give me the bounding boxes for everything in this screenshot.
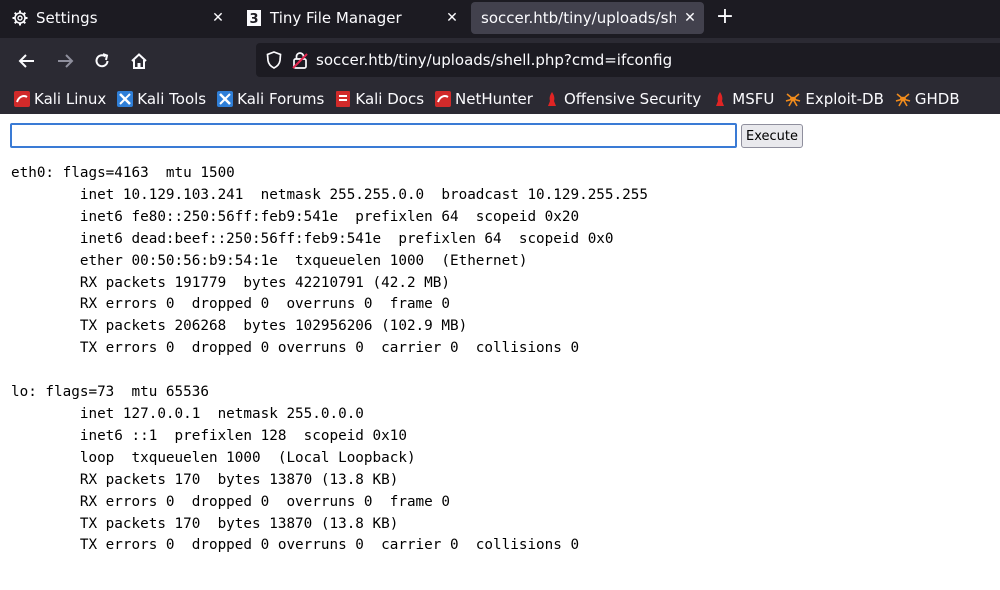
output-line: TX errors 0 dropped 0 overruns 0 carrier… [11,340,580,357]
back-button[interactable] [12,46,42,76]
bookmark-label: NetHunter [455,90,533,108]
bookmark-label: GHDB [914,90,960,108]
navigation-toolbar: soccer.htb/tiny/uploads/shell.php?cmd=if… [0,38,1000,84]
back-arrow-icon [18,54,34,68]
output-line: inet 10.129.103.241 netmask 255.255.0.0 … [11,186,648,203]
bookmark-nethunter[interactable]: NetHunter [435,90,533,108]
nethunter-icon [435,91,452,107]
bookmark-ghdb[interactable]: GHDB [895,90,960,108]
tab-strip: Settings ✕ 3 Tiny File Manager ✕ soccer.… [0,0,1000,36]
output-line: RX packets 191779 bytes 42210791 (42.2 M… [11,274,450,291]
bookmarks-toolbar: Kali Linux Kali Tools Kali Forums Kali D… [0,84,1000,114]
bookmark-label: Kali Tools [137,90,207,108]
url-text[interactable]: soccer.htb/tiny/uploads/shell.php?cmd=if… [316,51,672,69]
output-line: lo: flags=73 mtu 65536 [11,384,209,401]
output-line: inet6 fe80::250:56ff:feb9:541e prefixlen… [11,208,580,225]
reload-icon [95,53,109,68]
forward-arrow-icon [58,54,74,68]
output-line: TX packets 206268 bytes 102956206 (102.9… [11,318,468,335]
reload-button[interactable] [87,46,117,76]
close-icon[interactable]: ✕ [682,10,698,26]
tab-label: Settings [36,9,98,27]
tinyfm-icon: 3 [246,10,262,26]
output-line: inet6 ::1 prefixlen 128 scopeid 0x10 [11,427,407,444]
output-line: eth0: flags=4163 mtu 1500 [11,165,235,181]
output-line: inet6 dead:beef::250:56ff:feb9:541e pref… [11,230,614,247]
bookmark-label: Kali Linux [34,90,107,108]
output-line: RX packets 170 bytes 13870 (13.8 KB) [11,471,399,488]
page-content: Execute eth0: flags=4163 mtu 1500 inet 1… [0,114,1000,590]
kali-icon [14,91,30,107]
bookmark-kali-docs[interactable]: Kali Docs [335,90,424,108]
bookmark-kali-linux[interactable]: Kali Linux [14,90,106,108]
output-line: ether 00:50:56:b9:54:1e txqueuelen 1000 … [11,252,528,269]
close-icon[interactable]: ✕ [210,10,226,26]
bookmark-offensive-security[interactable]: Offensive Security [544,90,701,108]
home-icon [131,53,147,69]
bookmark-msfu[interactable]: MSFU [712,90,774,108]
shield-icon[interactable] [266,51,282,69]
tab-label: Tiny File Manager [270,9,402,27]
bookmark-exploit-db[interactable]: Exploit-DB [785,90,884,108]
url-bar[interactable]: soccer.htb/tiny/uploads/shell.php?cmd=if… [256,43,1000,77]
msfu-icon [712,91,728,107]
tab-shell-php[interactable]: soccer.htb/tiny/uploads/shell.php?cmd=if… [471,2,704,34]
bookmark-label: Exploit-DB [805,90,884,108]
output-line: RX errors 0 dropped 0 overruns 0 frame 0 [11,493,450,510]
svg-text:3: 3 [249,12,258,26]
output-line: loop txqueuelen 1000 (Local Loopback) [11,449,416,466]
kali-forums-icon [217,91,234,107]
bookmark-label: Kali Docs [355,90,425,108]
forward-button[interactable] [50,46,80,76]
output-line: TX errors 0 dropped 0 overruns 0 carrier… [11,537,580,554]
bookmark-kali-tools[interactable]: Kali Tools [117,90,206,108]
tab-settings[interactable]: Settings ✕ [0,0,236,36]
output-line: TX packets 170 bytes 13870 (13.8 KB) [11,515,399,532]
command-output: eth0: flags=4163 mtu 1500 inet 10.129.10… [11,163,648,557]
offsec-icon [544,91,560,107]
close-icon[interactable]: ✕ [444,10,460,26]
kali-tools-icon [117,91,134,107]
tab-label: soccer.htb/tiny/uploads/shell.php?cmd=if… [481,9,676,27]
gear-icon [12,10,28,26]
command-input[interactable] [10,123,737,148]
exploitdb-icon [785,91,801,107]
output-line: inet 127.0.0.1 netmask 255.0.0.0 [11,405,364,422]
bookmark-label: MSFU [732,90,775,108]
bookmark-kali-forums[interactable]: Kali Forums [217,90,324,108]
home-button[interactable] [124,46,154,76]
bookmark-label: Offensive Security [563,90,702,108]
insecure-lock-icon[interactable] [292,51,308,69]
bookmark-label: Kali Forums [237,90,325,108]
kali-docs-icon [335,91,351,107]
tab-tiny-file-manager[interactable]: 3 Tiny File Manager ✕ [236,0,470,36]
ghdb-icon [895,91,911,107]
output-line: RX errors 0 dropped 0 overruns 0 frame 0 [11,296,450,313]
execute-button[interactable]: Execute [741,124,803,148]
new-tab-button[interactable]: + [712,5,738,31]
